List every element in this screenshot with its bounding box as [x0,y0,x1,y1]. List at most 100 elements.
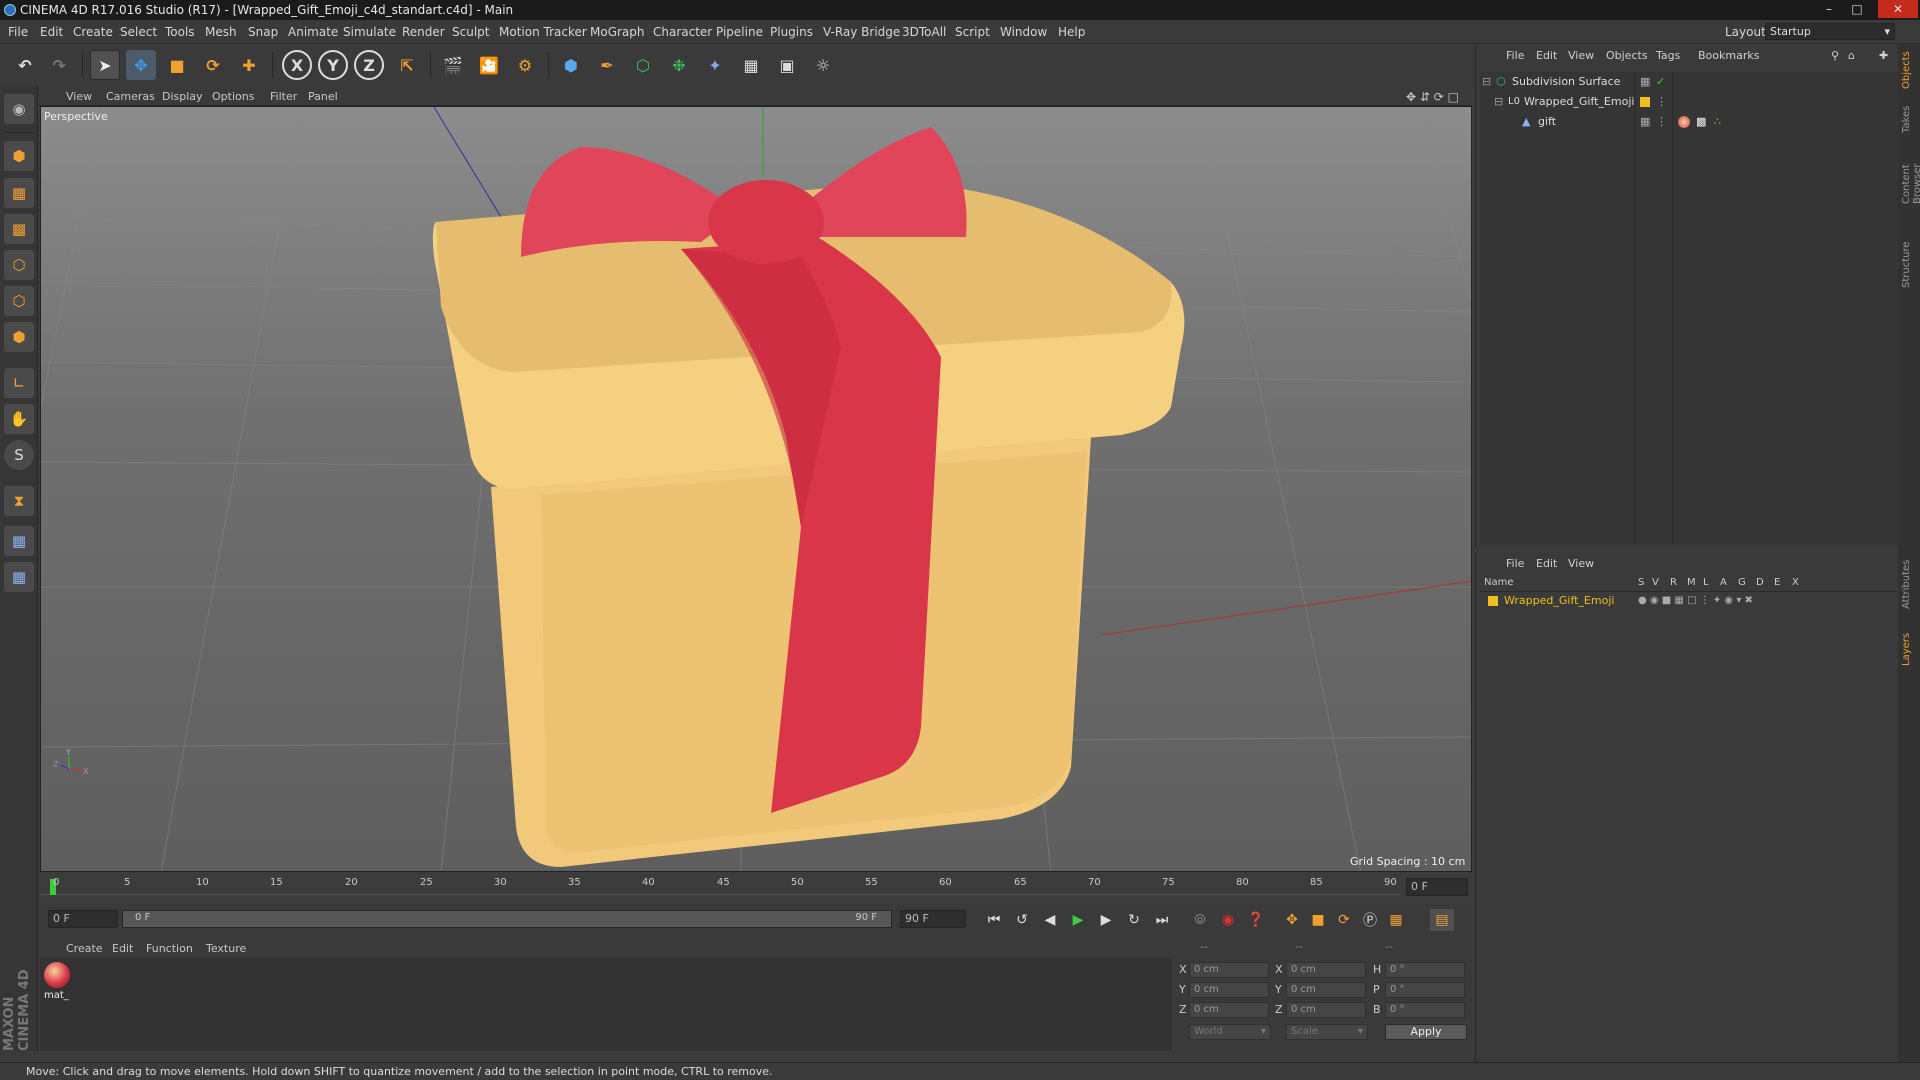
expand-panel-icon[interactable]: ✚ [1879,49,1888,62]
record-parameter-button[interactable]: Ⓟ [1358,909,1382,931]
menu-plugins[interactable]: Plugins [770,25,813,39]
previous-keyframe-button[interactable]: ↺ [1010,909,1034,931]
points-mode-button[interactable]: ⬡ [4,250,34,280]
y-axis-lock-button[interactable]: Y [318,50,348,80]
layer-menu-edit[interactable]: Edit [1536,557,1557,570]
floor-object-button[interactable]: ▦ [736,50,766,80]
menu-vray-bridge[interactable]: V-Ray Bridge [823,25,900,39]
timeline-window-button[interactable]: ▤ [1430,909,1454,931]
timeline-ruler[interactable]: 0 5 10 15 20 25 30 35 40 45 50 55 60 65 … [40,872,1472,902]
object-menu-tags[interactable]: Tags [1656,49,1680,62]
object-row[interactable]: ▲ gift ▦ ⋮ ▩ ∴ [1480,113,1898,131]
x-axis-lock-button[interactable]: X [282,50,312,80]
end-frame-field[interactable]: 90 F [900,910,966,928]
search-icon[interactable]: ⚲ [1831,49,1839,62]
render-view-button[interactable]: 🎬 [438,50,468,80]
maximize-button[interactable]: □ [1844,0,1870,18]
layout-select[interactable]: Startup ▾ [1765,23,1895,40]
viewport-menu-cameras[interactable]: Cameras [106,90,155,103]
transform-tool-button[interactable]: ✚ [234,50,264,80]
layer-menu-view[interactable]: View [1568,557,1594,570]
subdivision-surface-button[interactable]: ⬡ [628,50,658,80]
column-expressions[interactable]: E [1774,577,1780,588]
edges-mode-button[interactable]: ⬡ [4,286,34,316]
material-name[interactable]: mat_ [44,990,69,1001]
snap-toggle-button[interactable]: S [4,440,34,470]
coordinate-system-button[interactable]: ⇱ [392,50,422,80]
material-menu-texture[interactable]: Texture [206,942,246,955]
menu-tools[interactable]: Tools [165,25,195,39]
menu-window[interactable]: Window [1000,25,1047,39]
column-render[interactable]: R [1670,577,1677,588]
visibility-dots-icon[interactable]: ▦ [1640,73,1650,91]
cloner-button[interactable]: ❉ [664,50,694,80]
camera-object-button[interactable]: ▣ [772,50,802,80]
record-active-objects-button[interactable]: ⦾ [1188,909,1212,931]
size-mode-select[interactable]: Scale ▾ [1286,1024,1368,1040]
viewport-menu-panel[interactable]: Panel [308,90,338,103]
object-menu-objects[interactable]: Objects [1606,49,1648,62]
deformer-button[interactable]: ✦ [700,50,730,80]
position-y-field[interactable]: 0 cm [1189,982,1269,998]
undo-button[interactable]: ↶ [10,50,40,80]
live-selection-button[interactable]: ➤ [90,50,120,80]
model-mode-button[interactable]: ⬢ [4,141,34,171]
layer-row[interactable]: Wrapped_Gift_Emoji ● ◉ ■ ▦ □ ⋮ ✦ ◉ ▾ ✖ [1480,592,1898,610]
polygons-mode-button[interactable]: ⬢ [4,322,34,352]
column-locked[interactable]: L [1703,577,1709,588]
render-settings-button[interactable]: ⚙ [510,50,540,80]
menu-create[interactable]: Create [73,25,113,39]
menu-character[interactable]: Character [653,25,712,39]
position-z-field[interactable]: 0 cm [1189,1002,1269,1018]
rotation-p-field[interactable]: 0 ° [1385,982,1465,998]
menu-edit[interactable]: Edit [40,25,63,39]
object-menu-bookmarks[interactable]: Bookmarks [1698,49,1759,62]
menu-script[interactable]: Script [955,25,990,39]
make-editable-button[interactable]: ◉ [4,94,34,124]
next-keyframe-button[interactable]: ↻ [1122,909,1146,931]
visibility-dots-icon[interactable]: ⋮ [1656,93,1667,111]
menu-3dtoall[interactable]: 3DToAll [902,25,946,39]
viewport-menu-view[interactable]: View [66,90,92,103]
redo-button[interactable]: ↷ [44,50,74,80]
visibility-dots-icon[interactable]: ▦ [1640,113,1650,131]
record-rotation-button[interactable]: ⟳ [1332,909,1356,931]
tweak-mode-button[interactable]: ✋ [4,404,34,434]
viewport-navigation-icons[interactable]: ✥ ⇵ ⟳ □ [1406,90,1459,104]
start-frame-field[interactable]: 0 F [48,910,118,928]
viewport-menu-display[interactable]: Display [162,90,203,103]
record-scale-button[interactable]: ■ [1306,909,1330,931]
tab-takes[interactable]: Takes [1901,102,1917,136]
go-to-start-button[interactable]: ⏮ [982,909,1006,931]
lock-workplane-button[interactable]: ▦ [4,526,34,556]
cube-object-button[interactable]: ⬢ [556,50,586,80]
tab-content-browser[interactable]: Content Browser [1901,144,1920,224]
play-button[interactable]: ▶ [1066,909,1090,931]
material-swatch[interactable] [44,962,70,988]
next-frame-button[interactable]: ▶ [1094,909,1118,931]
object-menu-view[interactable]: View [1568,49,1594,62]
size-x-field[interactable]: 0 cm [1286,962,1366,978]
collapse-icon[interactable]: ⊟ [1482,73,1491,91]
menu-motion-tracker[interactable]: Motion Tracker [499,25,587,39]
preview-range-slider[interactable]: 0 F 90 F [122,910,892,928]
column-manager[interactable]: M [1687,577,1696,588]
menu-file[interactable]: File [8,25,28,39]
material-menu-edit[interactable]: Edit [112,942,133,955]
texture-mode-button[interactable]: ▦ [4,178,34,208]
column-generators[interactable]: G [1738,577,1746,588]
menu-mesh[interactable]: Mesh [205,25,237,39]
column-xref[interactable]: X [1792,577,1799,588]
menu-simulate[interactable]: Simulate [343,25,396,39]
menu-select[interactable]: Select [120,25,157,39]
planar-workplane-button[interactable]: ▦ [4,562,34,592]
current-frame-field[interactable]: 0 F [1406,878,1468,896]
material-menu-function[interactable]: Function [146,942,193,955]
scale-tool-button[interactable]: ■ [162,50,192,80]
rotation-b-field[interactable]: 0 ° [1385,1002,1465,1018]
rotation-h-field[interactable]: 0 ° [1385,962,1465,978]
column-animation[interactable]: A [1720,577,1727,588]
viewport-menu-filter[interactable]: Filter [270,90,297,103]
spline-pen-button[interactable]: ✒ [592,50,622,80]
tab-structure[interactable]: Structure [1901,240,1917,290]
